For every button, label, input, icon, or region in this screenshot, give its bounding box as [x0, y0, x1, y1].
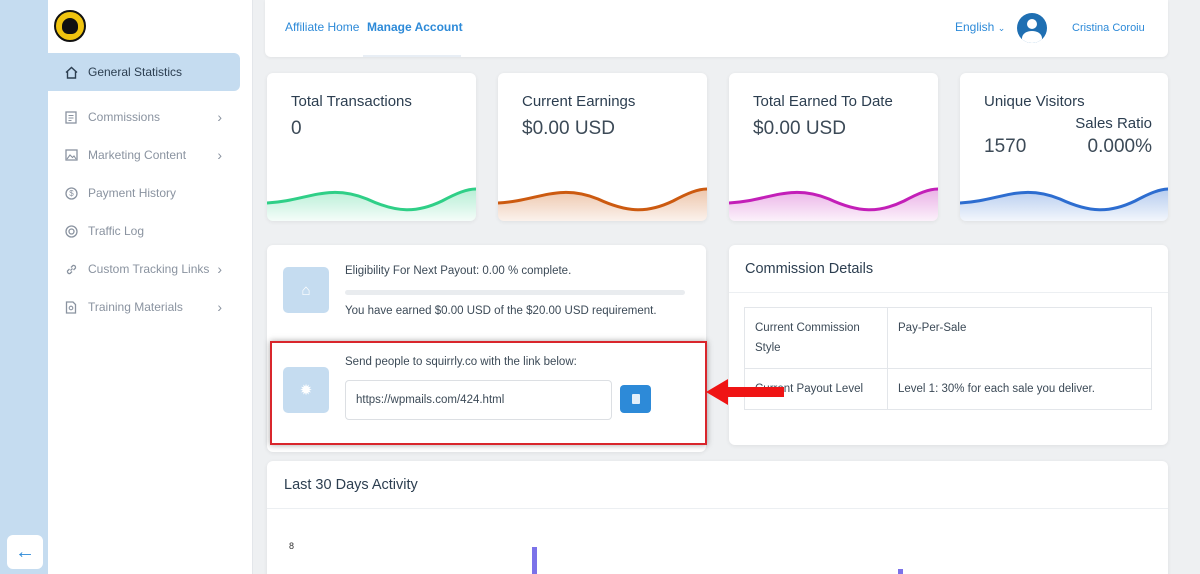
- dollar-icon: $: [64, 186, 78, 200]
- table-cell-value: Pay-Per-Sale: [887, 307, 1152, 369]
- commission-details-title: Commission Details: [745, 261, 874, 277]
- arrow-left-icon: ←: [15, 540, 35, 563]
- eligibility-text: Eligibility For Next Payout: 0.00 % comp…: [345, 265, 572, 277]
- table-cell-value: Level 1: 30% for each sale you deliver.: [887, 368, 1152, 410]
- copy-icon: [631, 394, 640, 404]
- chevron-right-icon: ›: [217, 147, 222, 163]
- target-icon: [64, 224, 78, 238]
- top-bar: Affiliate Home Manage Account English ⌄ …: [265, 0, 1168, 57]
- sales-ratio-value: 0.000%: [1087, 136, 1152, 157]
- commission-table: Current Commission Style Pay-Per-Sale Cu…: [744, 307, 1152, 410]
- svg-text:$: $: [69, 189, 74, 198]
- stat-value: $0.00 USD: [522, 118, 615, 139]
- table-row: Current Payout Level Level 1: 30% for ea…: [744, 368, 1152, 410]
- sidebar-item-label: Training Materials: [88, 300, 183, 314]
- sidebar-item-commissions[interactable]: Commissions ›: [48, 98, 240, 136]
- sidebar-item-label: Marketing Content: [88, 148, 187, 162]
- tab-manage-account[interactable]: Manage Account: [367, 20, 463, 34]
- sidebar-item-training-materials[interactable]: Training Materials ›: [48, 288, 240, 326]
- sidebar-item-label: Payment History: [88, 186, 177, 200]
- chevron-down-icon: ⌄: [997, 23, 1006, 33]
- language-selector[interactable]: English ⌄: [955, 20, 1005, 34]
- sales-ratio-label: Sales Ratio: [1075, 115, 1152, 132]
- stat-title: Total Earned To Date: [753, 93, 893, 110]
- stat-card-unique-visitors: Unique Visitors Sales Ratio 1570 0.000%: [960, 73, 1168, 221]
- collapse-sidebar-button[interactable]: ←: [7, 535, 43, 569]
- left-rail: [0, 0, 48, 574]
- chevron-right-icon: ›: [217, 261, 222, 277]
- earned-text: You have earned $0.00 USD of the $20.00 …: [345, 305, 657, 317]
- sidebar-item-custom-tracking-links[interactable]: Custom Tracking Links ›: [48, 250, 240, 288]
- link-icon: [64, 262, 78, 276]
- sidebar-item-general-statistics[interactable]: General Statistics: [48, 53, 240, 91]
- user-name[interactable]: Cristina Coroiu: [1072, 22, 1145, 34]
- tab-affiliate-home[interactable]: Affiliate Home: [285, 20, 359, 34]
- sidebar-item-label: Custom Tracking Links: [88, 262, 210, 276]
- y-tick-label: 8: [289, 541, 295, 551]
- table-row: Current Commission Style Pay-Per-Sale: [744, 307, 1152, 369]
- stat-card-current-earnings: Current Earnings $0.00 USD: [498, 73, 707, 221]
- trend-wave: [729, 187, 938, 221]
- stat-value: 1570: [984, 136, 1027, 157]
- image-icon: [64, 148, 78, 162]
- activity-card: Last 30 Days Activity 8: [267, 461, 1168, 574]
- share-icon: ✹: [283, 367, 329, 413]
- trend-wave: [498, 187, 707, 221]
- send-people-text: Send people to squirrly.co with the link…: [345, 356, 577, 368]
- commissions-icon: [64, 110, 78, 124]
- chevron-right-icon: ›: [217, 299, 222, 315]
- stat-title: Unique Visitors: [984, 93, 1085, 110]
- active-tab-indicator: [363, 55, 461, 57]
- avatar[interactable]: [1017, 13, 1047, 43]
- stat-title: Total Transactions: [291, 93, 412, 110]
- stat-card-total-earned: Total Earned To Date $0.00 USD: [729, 73, 938, 221]
- home-badge-icon: ⌂: [283, 267, 329, 313]
- stat-title: Current Earnings: [522, 93, 636, 110]
- document-icon: [64, 300, 78, 314]
- sidebar-item-traffic-log[interactable]: Traffic Log: [48, 212, 240, 250]
- commission-details-card: Commission Details Current Commission St…: [729, 245, 1168, 445]
- stat-value: 0: [291, 118, 302, 139]
- activity-bar: [532, 547, 537, 574]
- home-icon: [64, 65, 78, 79]
- sidebar-item-label: Traffic Log: [88, 224, 145, 238]
- annotation-arrow: [706, 379, 784, 405]
- sidebar-item-label: General Statistics: [88, 65, 183, 79]
- activity-bar: [898, 569, 903, 574]
- stat-value: $0.00 USD: [753, 118, 846, 139]
- app-logo[interactable]: [54, 10, 86, 42]
- activity-title: Last 30 Days Activity: [284, 477, 418, 493]
- sidebar: General Statistics Commissions › Marketi…: [48, 0, 253, 574]
- referral-link-input[interactable]: [345, 380, 612, 420]
- language-label: English: [955, 20, 995, 34]
- trend-wave: [960, 187, 1168, 221]
- sidebar-item-marketing-content[interactable]: Marketing Content ›: [48, 136, 240, 174]
- lightbulb-icon: [62, 18, 78, 34]
- sidebar-item-label: Commissions: [88, 110, 161, 124]
- sidebar-item-payment-history[interactable]: $ Payment History: [48, 174, 240, 212]
- table-cell-label: Current Commission Style: [744, 307, 888, 369]
- chevron-right-icon: ›: [217, 109, 222, 125]
- trend-wave: [267, 187, 476, 221]
- copy-link-button[interactable]: [620, 385, 651, 413]
- stat-card-total-transactions: Total Transactions 0: [267, 73, 476, 221]
- payout-progress-bar: [345, 290, 685, 295]
